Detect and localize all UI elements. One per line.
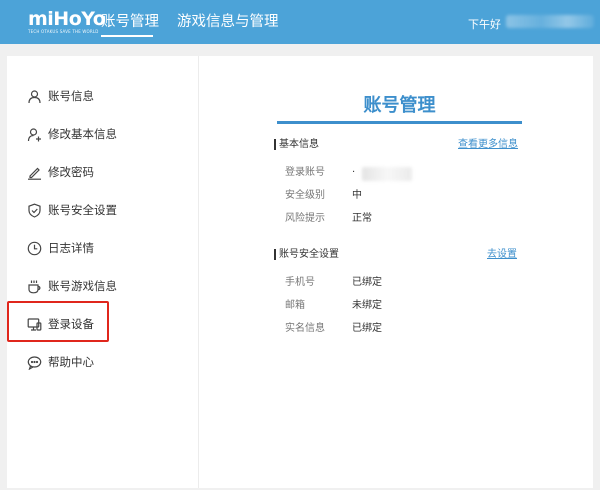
sidebar-item-edit-basic-info[interactable]: 修改基本信息	[7, 116, 199, 154]
row-key-email: 邮箱	[285, 300, 305, 311]
sidebar-item-help-center[interactable]: 帮助中心	[7, 344, 199, 382]
pencil-icon	[27, 165, 42, 180]
tab-game-info-management[interactable]: 游戏信息与管理	[177, 12, 279, 32]
content-card: 账号信息 修改基本信息 修改密码 账号安全设置 日志详情 账号游戏信息 登录设备…	[7, 56, 593, 488]
tab-account-management[interactable]: 账号管理	[101, 12, 159, 32]
row-value-security-level: 中	[352, 190, 362, 201]
page-title: 账号管理	[363, 95, 436, 116]
mihoyo-logo[interactable]: miHoYo TECH OTAKUS SAVE THE WORLD	[28, 8, 106, 39]
sidebar-item-account-info[interactable]: 账号信息	[7, 78, 199, 116]
logo-tagline: TECH OTAKUS SAVE THE WORLD	[28, 29, 99, 34]
sidebar-item-label: 账号游戏信息	[48, 279, 117, 293]
view-more-info-link[interactable]: 查看更多信息	[458, 138, 518, 151]
user-edit-icon	[27, 127, 42, 142]
sidebar-item-label: 账号信息	[48, 89, 94, 103]
chat-icon	[27, 355, 42, 370]
sidebar: 账号信息 修改基本信息 修改密码 账号安全设置 日志详情 账号游戏信息 登录设备…	[7, 56, 199, 488]
login-devices-highlight	[7, 301, 109, 342]
row-value-risk-alert: 正常	[352, 213, 372, 224]
sidebar-item-label: 帮助中心	[48, 355, 94, 369]
row-key-security-level: 安全级别	[285, 190, 325, 201]
sidebar-item-change-password[interactable]: 修改密码	[7, 154, 199, 192]
username-redacted[interactable]	[506, 15, 594, 28]
row-value-phone: 已绑定	[352, 277, 382, 288]
security-settings-title: 账号安全设置	[279, 249, 339, 260]
top-navigation-bar: miHoYo TECH OTAKUS SAVE THE WORLD 账号管理 游…	[0, 0, 600, 44]
row-key-real-name: 实名信息	[285, 323, 325, 334]
sidebar-item-label: 账号安全设置	[48, 203, 117, 217]
row-key-login-account: 登录账号	[285, 167, 325, 178]
title-underline	[277, 121, 522, 124]
user-icon	[27, 89, 42, 104]
sidebar-item-label: 修改密码	[48, 165, 94, 179]
active-tab-underline	[101, 35, 153, 37]
row-value-email: 未绑定	[352, 300, 382, 311]
logo-text: miHoYo	[28, 8, 106, 30]
go-settings-link[interactable]: 去设置	[487, 248, 517, 261]
sidebar-item-label: 修改基本信息	[48, 127, 117, 141]
row-key-phone: 手机号	[285, 277, 315, 288]
greeting-text: 下午好	[468, 18, 501, 31]
basic-info-title: 基本信息	[279, 139, 319, 150]
row-key-risk-alert: 风险提示	[285, 213, 325, 224]
row-value-real-name: 已绑定	[352, 323, 382, 334]
sidebar-item-label: 日志详情	[48, 241, 94, 255]
section-marker	[274, 249, 276, 260]
section-marker	[274, 139, 276, 150]
cup-icon	[27, 279, 42, 294]
account-redacted	[362, 167, 412, 181]
sidebar-item-log-details[interactable]: 日志详情	[7, 230, 199, 268]
clock-icon	[27, 241, 42, 256]
row-value-login-account: ·	[352, 167, 356, 178]
shield-icon	[27, 203, 42, 218]
sidebar-item-account-security[interactable]: 账号安全设置	[7, 192, 199, 230]
